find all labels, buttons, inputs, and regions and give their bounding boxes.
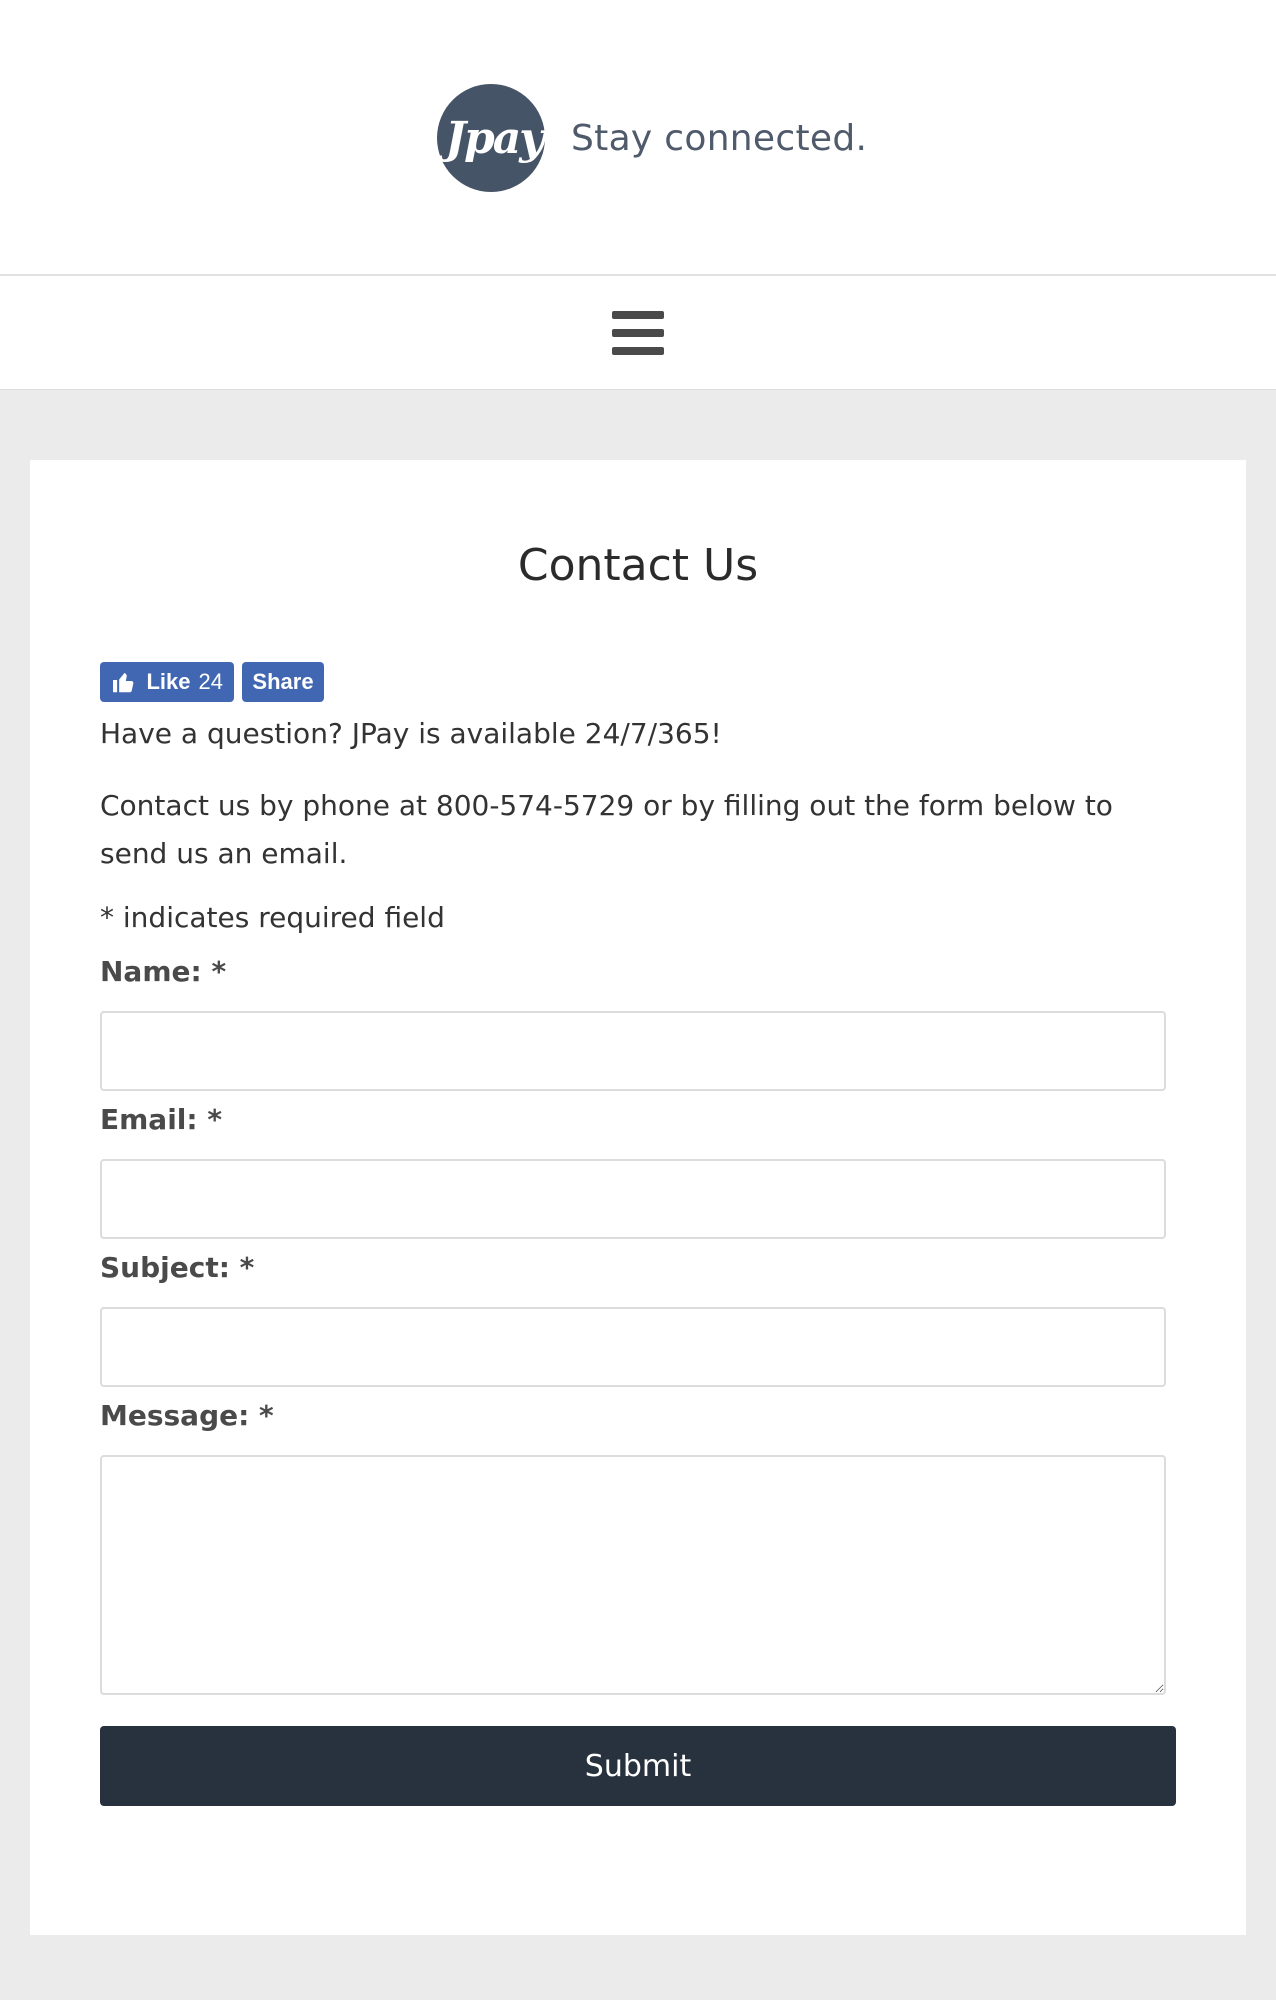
site-header: Jpay Stay connected. (0, 0, 1276, 276)
intro-text: Have a question? JPay is available 24/7/… (100, 717, 722, 750)
logo-badge: Jpay (437, 84, 545, 192)
content-card: Contact Us Like 24 Share Have a question… (30, 460, 1246, 1935)
message-label: Message: * (100, 1399, 274, 1432)
thumbs-up-icon (113, 672, 134, 693)
nav-bar (0, 276, 1276, 390)
message-textarea[interactable] (100, 1455, 1166, 1695)
like-count: 24 (198, 669, 223, 694)
name-input[interactable] (100, 1011, 1166, 1091)
name-label: Name: * (100, 955, 227, 988)
email-label: Email: * (100, 1103, 222, 1136)
brand-logo[interactable]: Jpay Stay connected. (437, 84, 867, 192)
facebook-buttons: Like 24 Share (100, 662, 324, 702)
submit-button[interactable]: Submit (100, 1726, 1176, 1806)
tagline: Stay connected. (571, 117, 868, 159)
hamburger-menu-icon[interactable] (612, 311, 664, 355)
subject-input[interactable] (100, 1307, 1166, 1387)
subject-label: Subject: * (100, 1251, 255, 1284)
contact-info-text: Contact us by phone at 800-574-5729 or b… (100, 789, 1113, 870)
facebook-share-button[interactable]: Share (242, 662, 324, 702)
email-input[interactable] (100, 1159, 1166, 1239)
page-title: Contact Us (517, 540, 759, 591)
like-label: Like (146, 669, 191, 694)
required-field-note: * indicates required field (100, 901, 445, 934)
facebook-like-button[interactable]: Like 24 (100, 662, 234, 702)
logo-wordmark: Jpay (445, 112, 545, 164)
